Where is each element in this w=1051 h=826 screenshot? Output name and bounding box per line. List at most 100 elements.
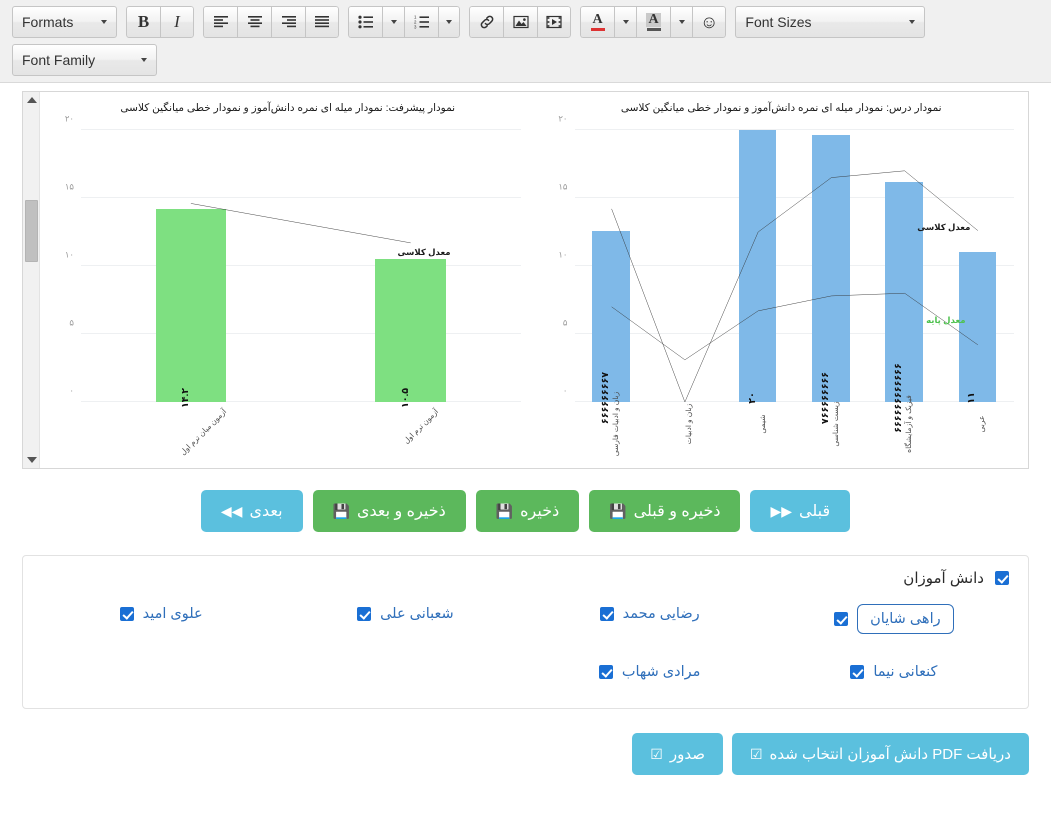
insert-media-button[interactable] — [537, 6, 571, 38]
student-name: شعبانی علی — [380, 606, 454, 622]
align-left-button[interactable] — [203, 6, 237, 38]
y-axis-tick-label: ۵ — [562, 317, 568, 328]
student-item[interactable]: شعبانی علی — [353, 604, 454, 624]
emoticons-button[interactable]: ☺ — [692, 6, 727, 38]
font-family-dropdown[interactable]: Font Family — [12, 44, 157, 76]
link-icon — [480, 15, 493, 29]
footer-button-0[interactable]: دریافت PDF دانش آموزان انتخاب شده ☑ — [731, 733, 1029, 775]
align-justify-button[interactable] — [305, 6, 339, 38]
series-label: معدل کلاسی — [917, 222, 971, 233]
bold-button[interactable]: B — [126, 6, 160, 38]
y-axis-tick-label: ۲۰ — [64, 113, 74, 124]
nav-button-label: قبلی — [799, 503, 831, 520]
nav-button-4[interactable]: بعدی ◀◀ — [200, 490, 303, 532]
save-icon: 💾 — [332, 502, 350, 519]
student-checkbox[interactable] — [850, 665, 865, 679]
forecolor-swatch — [590, 28, 605, 31]
scrollbar-thumb[interactable] — [25, 200, 38, 262]
progress-chart-panel: نمودار پیشرفت: نمودار میله ای نمره دانش‌… — [41, 92, 535, 468]
scroll-up-button[interactable] — [23, 92, 40, 108]
unordered-list-dropdown[interactable] — [382, 6, 404, 38]
text-color-dropdown[interactable] — [614, 6, 636, 38]
student-checkbox[interactable] — [357, 607, 372, 621]
student-item[interactable]: کنعانی نیما — [846, 662, 937, 682]
student-checkbox[interactable] — [599, 607, 614, 621]
text-color-button[interactable]: A — [580, 6, 614, 38]
save-icon: 💾 — [609, 502, 627, 519]
align-left-icon — [213, 16, 228, 28]
student-item[interactable]: مرادی شهاب — [595, 662, 701, 682]
students-panel-title: دانش آموزان — [903, 570, 984, 587]
nav-button-3[interactable]: ذخیره و بعدی 💾 — [312, 490, 466, 532]
student-cell: رضایی محمد — [596, 604, 700, 624]
lesson-chart-plot: ۰ ۵ ۱۰ ۱۵ ۲۰ ۶۶۶۶۶۶۶۶۷ زبان و ادبیات فارسی زبان… — [558, 114, 1015, 456]
student-item[interactable]: راهی شایان — [830, 604, 954, 634]
x-axis-tick-label: زبان و ادبیات — [684, 403, 694, 445]
editor-toolbar: Formats B I 1 2 3 A A ☺ Font Sizes Font … — [0, 0, 1051, 83]
align-right-button[interactable] — [271, 6, 305, 38]
nav-button-label: ذخیره و بعدی — [356, 503, 446, 520]
list-group: 123 — [348, 6, 460, 38]
x-axis-tick-label: آزمون میان ترم اول — [178, 407, 228, 457]
student-cell: علوی امید — [116, 604, 203, 624]
progress-chart-plot: ۰ ۵ ۱۰ ۱۵ ۲۰ ۱۴.۲ آزمون میان ترم اول ۱۰.۵ آزمون … — [65, 114, 521, 457]
ordered-list-button[interactable]: 123 — [404, 6, 438, 38]
student-checkbox[interactable] — [119, 607, 134, 621]
triangle-down-icon — [26, 457, 37, 463]
align-center-button[interactable] — [237, 6, 271, 38]
student-cell: کنعانی نیما — [846, 662, 937, 682]
forecolor-label: A — [592, 12, 603, 27]
background-color-button[interactable]: A — [636, 6, 670, 38]
footer-button-1[interactable]: صدور ☑ — [632, 733, 723, 775]
insert-image-button[interactable] — [503, 6, 537, 38]
nav-button-0[interactable]: قبلی ▶▶ — [750, 490, 851, 532]
link-button[interactable] — [469, 6, 503, 38]
series-label: معدل کلاسی — [397, 246, 451, 257]
chevron-down-icon — [101, 20, 107, 24]
image-icon — [512, 15, 529, 29]
x-axis-tick-label: فیزیک و آزمایشگاه — [904, 395, 914, 453]
editor-vertical-scrollbar[interactable] — [23, 92, 40, 468]
nav-button-label: ذخیره — [520, 503, 560, 520]
student-name: مرادی شهاب — [621, 664, 701, 680]
triangle-up-icon — [26, 97, 37, 103]
student-item[interactable]: علوی امید — [116, 604, 203, 624]
x-axis-tick-label: شیمی — [757, 414, 767, 434]
student-name: علوی امید — [142, 606, 203, 622]
font-sizes-label: Font Sizes — [745, 14, 812, 30]
lesson-chart-panel: نمودار درس: نمودار میله ای نمره دانش‌آمو… — [535, 92, 1029, 468]
unordered-list-button[interactable] — [348, 6, 382, 38]
y-axis-tick-label: ۱۵ — [64, 181, 74, 192]
nav-button-2[interactable]: ذخیره 💾 — [475, 490, 580, 532]
students-select-all-checkbox[interactable] — [995, 571, 1009, 585]
font-sizes-dropdown[interactable]: Font Sizes — [735, 6, 926, 38]
student-checkbox[interactable] — [598, 665, 613, 679]
student-cell: مرادی شهاب — [595, 662, 701, 682]
student-cell: راهی شایان — [830, 604, 954, 634]
align-justify-icon — [315, 16, 329, 28]
charts-canvas: نمودار درس: نمودار میله ای نمره دانش‌آمو… — [41, 92, 1028, 468]
alignment-group — [203, 6, 339, 38]
formats-dropdown-label: Formats — [22, 14, 74, 30]
svg-text:3: 3 — [414, 24, 417, 29]
backcolor-label: A — [646, 12, 661, 27]
chevron-down-icon — [678, 20, 685, 24]
line-series-layer — [575, 130, 1015, 402]
formats-dropdown[interactable]: Formats — [12, 6, 117, 38]
footer-button-label: صدور — [669, 746, 705, 763]
save-icon: 💾 — [495, 502, 514, 519]
y-axis-tick-label: ۰ — [69, 385, 74, 396]
line-series — [611, 171, 977, 402]
background-color-dropdown[interactable] — [670, 6, 692, 38]
scroll-down-button[interactable] — [23, 452, 40, 468]
y-axis-tick-label: ۱۰ — [64, 249, 74, 260]
italic-button[interactable]: I — [160, 6, 194, 38]
nav-button-1[interactable]: ذخیره و قبلی 💾 — [589, 490, 741, 532]
student-checkbox[interactable] — [834, 612, 849, 626]
ordered-list-dropdown[interactable] — [438, 6, 460, 38]
line-series — [191, 203, 411, 242]
checkbox-icon: ☑ — [749, 745, 763, 762]
line-series-layer — [81, 130, 521, 402]
student-item[interactable]: رضایی محمد — [596, 604, 700, 624]
editor-content-area[interactable]: نمودار درس: نمودار میله ای نمره دانش‌آمو… — [22, 91, 1029, 469]
